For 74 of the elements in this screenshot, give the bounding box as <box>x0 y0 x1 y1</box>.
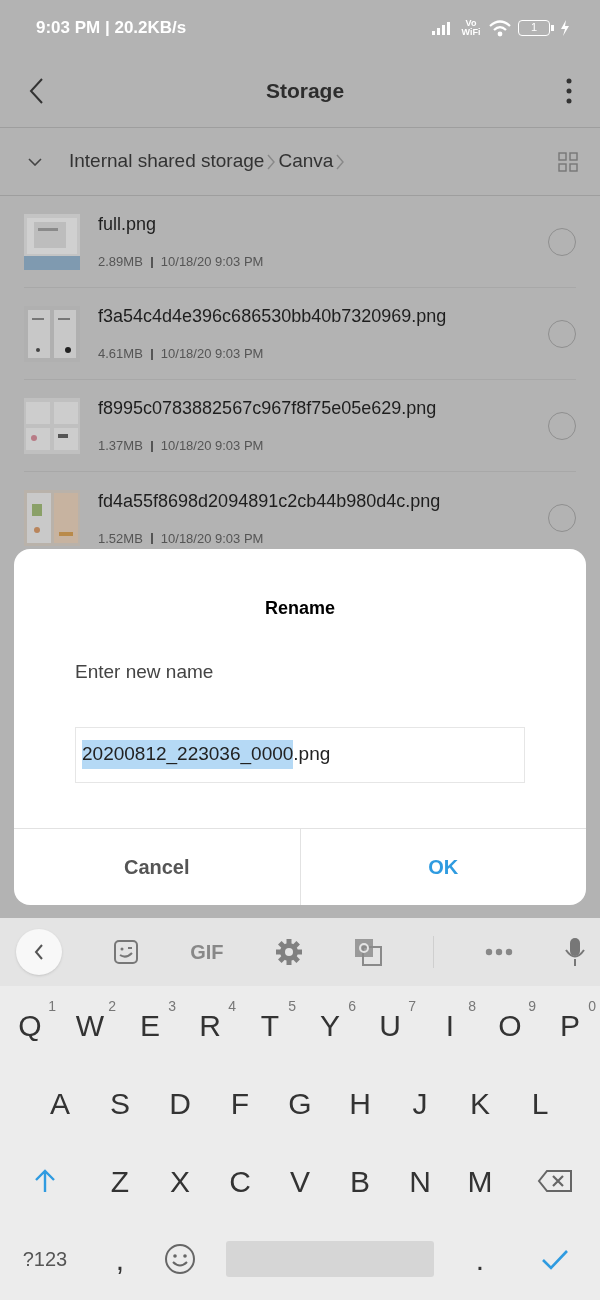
letter-key[interactable]: V <box>270 1142 330 1220</box>
network-label: Vo WiFi <box>460 18 482 37</box>
collapse-button[interactable] <box>16 929 62 975</box>
file-row[interactable]: full.png 2.89MB 10/18/20 9:03 PM <box>24 196 576 288</box>
emoji-icon <box>164 1243 196 1275</box>
file-row[interactable]: fd4a55f8698d2094891c2cb44b980d4c.png 1.52MB 10/18/20 9:03 PM <box>24 472 576 564</box>
letter-key[interactable]: Y 6 <box>300 986 360 1064</box>
letter-key[interactable]: I 8 <box>420 986 480 1064</box>
cancel-button[interactable]: Cancel <box>14 829 300 905</box>
letter-key[interactable]: P 0 <box>540 986 600 1064</box>
more-icon[interactable] <box>566 78 572 104</box>
back-icon <box>34 944 44 960</box>
letter-key[interactable]: L <box>510 1064 570 1142</box>
letter-key[interactable]: F <box>210 1064 270 1142</box>
file-name: f8995c0783882567c967f8f75e05e629.png <box>98 397 438 421</box>
letter-key[interactable]: O 9 <box>480 986 540 1064</box>
settings-icon[interactable] <box>274 938 303 966</box>
breadcrumb-item[interactable]: Canva <box>278 147 334 176</box>
name-input-field[interactable]: 20200812_223036_0000.png <box>75 726 525 783</box>
letter-key[interactable]: K <box>450 1064 510 1142</box>
letter-key[interactable]: J <box>390 1064 450 1142</box>
file-row[interactable]: f8995c0783882567c967f8f75e05e629.png 1.37MB 10/18/20 9:03 PM <box>24 380 576 472</box>
letter-key[interactable]: C <box>210 1142 270 1220</box>
chevron-right-icon <box>266 152 277 171</box>
letter-key[interactable]: S <box>90 1064 150 1142</box>
translate-icon[interactable] <box>353 938 382 966</box>
microphone-icon[interactable] <box>564 937 586 967</box>
file-size: 2.89MB <box>98 253 143 272</box>
battery-tip-icon <box>551 24 554 31</box>
shift-icon <box>33 1168 57 1194</box>
letter-key[interactable]: A <box>30 1064 90 1142</box>
letter-key[interactable]: , <box>90 1220 150 1298</box>
more-icon[interactable] <box>484 948 513 956</box>
chevron-right-icon <box>335 152 346 171</box>
charging-icon <box>560 19 570 36</box>
file-date: 10/18/20 9:03 PM <box>160 529 264 548</box>
letter-key[interactable]: U 7 <box>360 986 420 1064</box>
file-name: f3a54c4d4e396c686530bb40b7320969.png <box>98 305 448 329</box>
dialog-prompt: Enter new name <box>75 660 215 684</box>
file-size: 1.52MB <box>98 529 143 548</box>
letter-key[interactable]: D <box>150 1064 210 1142</box>
battery-level: 1 <box>518 19 550 36</box>
letter-key[interactable]: . <box>450 1220 510 1298</box>
file-name: full.png <box>98 213 158 237</box>
back-icon[interactable] <box>28 77 44 105</box>
breadcrumb-item[interactable]: Internal shared storage <box>69 147 265 176</box>
file-row[interactable]: f3a54c4d4e396c686530bb40b7320969.png 4.61MB 10/18/20 9:03 PM <box>24 288 576 380</box>
letter-key[interactable]: T 5 <box>240 986 300 1064</box>
letter-key[interactable]: G <box>270 1064 330 1142</box>
letter-key[interactable]: B <box>330 1142 390 1220</box>
file-name: fd4a55f8698d2094891c2cb44b980d4c.png <box>98 489 442 513</box>
letter-key[interactable]: N <box>390 1142 450 1220</box>
letter-key[interactable]: H <box>330 1064 390 1142</box>
chevron-down-icon[interactable] <box>28 157 42 166</box>
letter-key[interactable]: E 3 <box>120 986 180 1064</box>
wifi-icon <box>488 18 512 37</box>
letter-key[interactable]: X <box>150 1142 210 1220</box>
status-text: 9:03 PM | 20.2KB/s <box>36 16 187 39</box>
file-date: 10/18/20 9:03 PM <box>160 345 264 364</box>
check-icon <box>541 1248 569 1270</box>
screen-title: Storage <box>265 78 345 105</box>
grid-view-icon[interactable] <box>558 151 578 172</box>
letter-key[interactable]: Q 1 <box>0 986 60 1064</box>
file-date: 10/18/20 9:03 PM <box>160 437 264 456</box>
file-size: 1.37MB <box>98 437 143 456</box>
letter-key[interactable]: R 4 <box>180 986 240 1064</box>
backspace-icon <box>537 1169 573 1193</box>
dialog-title: Rename <box>265 597 335 620</box>
file-date: 10/18/20 9:03 PM <box>160 253 264 272</box>
symbols-key[interactable]: ?123 <box>0 1220 90 1298</box>
sticker-icon[interactable] <box>113 939 140 965</box>
file-size: 4.61MB <box>98 345 143 364</box>
letter-key[interactable]: M <box>450 1142 510 1220</box>
letter-key[interactable]: Z <box>90 1142 150 1220</box>
